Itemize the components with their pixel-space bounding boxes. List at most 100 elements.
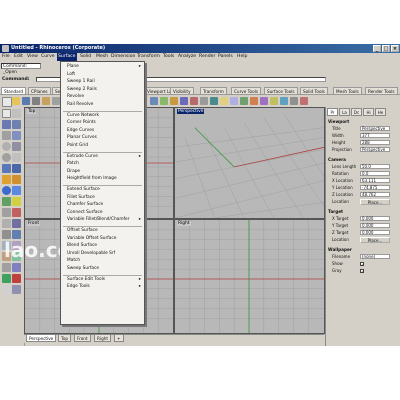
trim-icon[interactable]: [12, 208, 21, 217]
menu-item-edge-curves[interactable]: Edge Curves: [61, 128, 144, 134]
array-icon[interactable]: [12, 263, 21, 272]
shade-icon[interactable]: [240, 97, 248, 105]
arc-icon[interactable]: [12, 142, 21, 151]
menu-item-revolve[interactable]: Revolve: [61, 94, 144, 100]
text-icon[interactable]: [12, 164, 21, 173]
snap-icon[interactable]: [2, 285, 11, 294]
dimension-icon[interactable]: [12, 274, 21, 283]
menu-item-sweep-surface[interactable]: Sweep Surface: [61, 266, 144, 272]
lens-length-field[interactable]: 50.0: [360, 164, 390, 169]
menu-item-sweep-2-rails[interactable]: Sweep 2 Rails: [61, 87, 144, 93]
zoom-selected-icon[interactable]: [200, 97, 208, 105]
menu-dimension[interactable]: Dimension: [111, 53, 135, 61]
surface-icon[interactable]: [2, 175, 11, 184]
circle-icon[interactable]: [2, 142, 11, 151]
cut-icon[interactable]: [52, 97, 60, 105]
menu-item-match[interactable]: Match: [61, 258, 144, 264]
panel-tab-display[interactable]: Dc: [351, 108, 362, 116]
tab-transform[interactable]: Transform: [200, 87, 227, 94]
y-target-field[interactable]: 0.000: [360, 223, 390, 228]
command-prompt[interactable]: Command:: [2, 76, 30, 83]
projection-select[interactable]: Perspective: [360, 147, 390, 152]
pan-icon[interactable]: [150, 97, 158, 105]
save-icon[interactable]: [22, 97, 30, 105]
prop-title-field[interactable]: Perspective: [360, 126, 390, 131]
viewport-right[interactable]: Right: [174, 219, 325, 334]
minimize-button[interactable]: _: [373, 45, 381, 52]
tab-standard[interactable]: Standard: [1, 87, 27, 94]
menu-item-fillet-surface[interactable]: Fillet Surface: [61, 195, 144, 201]
viewport-front-title[interactable]: Front: [27, 221, 41, 226]
layer-icon[interactable]: [260, 97, 268, 105]
menu-item-sweep-1-rail[interactable]: Sweep 1 Rail: [61, 79, 144, 85]
menu-item-plane[interactable]: Plane ▸: [61, 64, 144, 70]
group-icon[interactable]: [12, 285, 21, 294]
print-icon[interactable]: [32, 97, 40, 105]
zoom-icon[interactable]: [170, 97, 178, 105]
menu-edit[interactable]: Edit: [14, 53, 23, 61]
four-view-icon[interactable]: [220, 97, 228, 105]
point-icon[interactable]: [12, 109, 21, 118]
import-icon[interactable]: [42, 97, 50, 105]
sphere-icon[interactable]: [2, 186, 11, 195]
menu-curve[interactable]: Curve: [41, 53, 55, 61]
explode-icon[interactable]: [12, 219, 21, 228]
maximize-button[interactable]: □: [382, 45, 390, 52]
gray-checkbox[interactable]: ✓: [360, 269, 364, 274]
rotation-field[interactable]: 0.0: [360, 171, 390, 176]
add-viewport-tab[interactable]: +: [114, 335, 124, 342]
light-icon[interactable]: [270, 97, 278, 105]
render-icon[interactable]: [250, 97, 258, 105]
viewport-tab-right[interactable]: Right: [94, 335, 112, 342]
menu-transform[interactable]: Transform: [137, 53, 160, 61]
menu-help[interactable]: Help: [237, 53, 247, 61]
menu-item-unroll-developable-srf[interactable]: Unroll Developable Srf: [61, 251, 144, 257]
menu-tools[interactable]: Tools: [163, 53, 174, 61]
menu-item-offset-surface[interactable]: Offset Surface: [61, 228, 144, 234]
select-arrow-icon[interactable]: [2, 109, 11, 118]
cplane-icon[interactable]: [230, 97, 238, 105]
z-location-field[interactable]: 48.762: [360, 192, 390, 197]
filename-field[interactable]: (none): [360, 254, 390, 259]
zoom-extents-icon[interactable]: [190, 97, 198, 105]
box-icon[interactable]: [12, 186, 21, 195]
menu-item-variable-offset-surface[interactable]: Variable Offset Surface: [61, 236, 144, 242]
menu-analyze[interactable]: Analyze: [178, 53, 196, 61]
menu-file[interactable]: File: [2, 53, 10, 61]
menu-item-variable-fillet-blend-chamfer[interactable]: Variable Fillet/Blend/Chamfer ▸: [61, 217, 144, 223]
x-target-field[interactable]: 0.000: [360, 216, 390, 221]
menu-surface[interactable]: Surface: [57, 53, 77, 61]
undo-view-icon[interactable]: [210, 97, 218, 105]
analyze-icon[interactable]: [2, 274, 11, 283]
tab-visibility[interactable]: Visibility: [170, 87, 194, 94]
polygon-icon[interactable]: [2, 164, 11, 173]
menu-item-drape[interactable]: Drape: [61, 169, 144, 175]
y-location-field[interactable]: -74.875: [360, 185, 390, 190]
light-bulb-icon[interactable]: [12, 197, 21, 206]
prop-width-field[interactable]: 377: [360, 133, 390, 138]
open-folder-icon[interactable]: [12, 97, 20, 105]
menu-item-heightfield-from-image[interactable]: Heightfield from Image: [61, 176, 144, 182]
curve-icon[interactable]: [12, 120, 21, 129]
properties-icon[interactable]: [280, 97, 288, 105]
menu-item-edge-tools[interactable]: Edge Tools ▸: [61, 284, 144, 290]
menu-item-curve-network[interactable]: Curve Network: [61, 113, 144, 119]
panel-tab-help[interactable]: He: [375, 108, 386, 116]
viewport-top-title[interactable]: Top: [27, 109, 37, 114]
viewport-perspective[interactable]: Perspective: [174, 107, 325, 219]
line-icon[interactable]: [2, 131, 11, 140]
menu-panels[interactable]: Panels: [218, 53, 233, 61]
join-icon[interactable]: [2, 219, 11, 228]
target-place-button[interactable]: Place...: [360, 237, 390, 243]
z-target-field[interactable]: 0.000: [360, 230, 390, 235]
menu-item-corner-points[interactable]: Corner Points: [61, 120, 144, 126]
show-checkbox[interactable]: ✓: [360, 262, 364, 267]
tab-surface-tools[interactable]: Surface Tools: [264, 87, 298, 94]
menu-mesh[interactable]: Mesh: [96, 53, 108, 61]
mirror-icon[interactable]: [2, 263, 11, 272]
prop-height-field[interactable]: 288: [360, 140, 390, 145]
menu-item-point-grid[interactable]: Point Grid: [61, 143, 144, 149]
panel-tab-history[interactable]: Hi: [363, 108, 374, 116]
menu-item-extrude-curve[interactable]: Extrude Curve ▸: [61, 154, 144, 160]
menu-solid[interactable]: Solid: [80, 53, 91, 61]
